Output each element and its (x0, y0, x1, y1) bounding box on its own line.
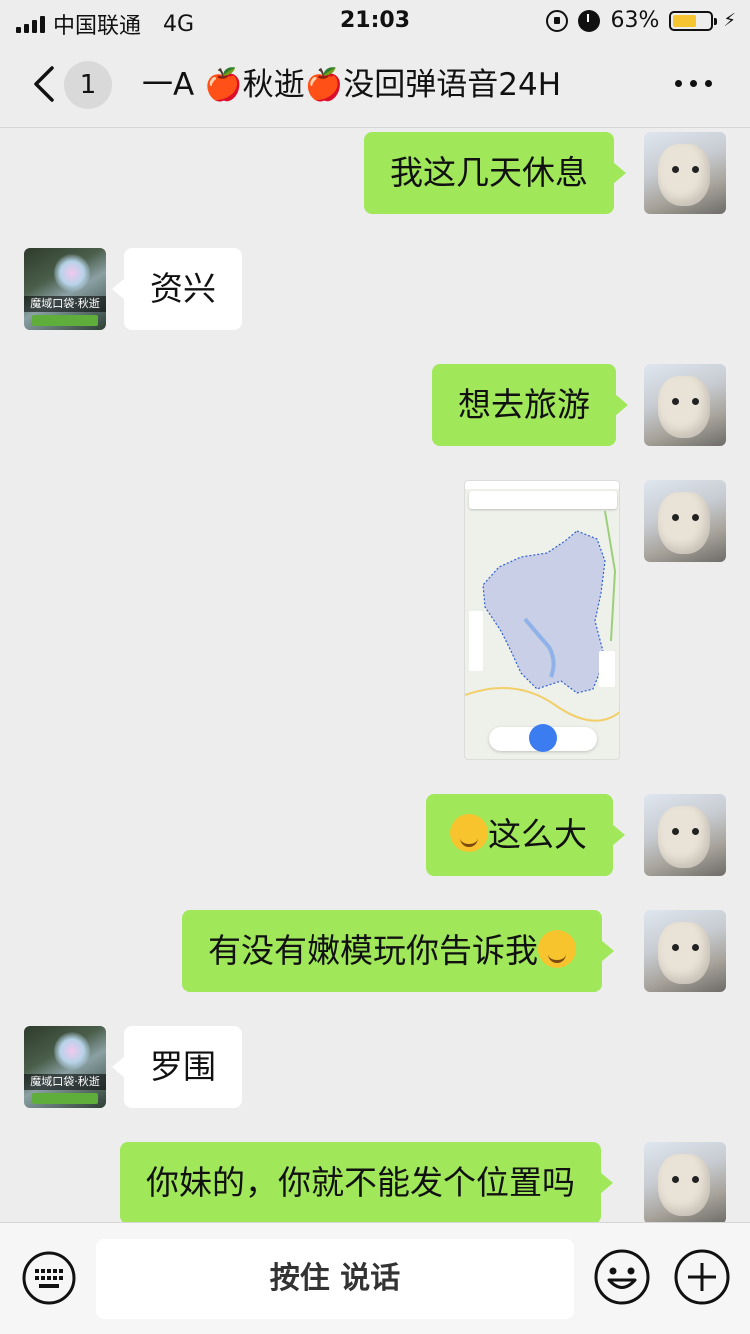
charging-icon: ⚡ (723, 10, 736, 31)
message-text: 我这几天休息 (390, 153, 588, 192)
chat-header: 1 一A 🍎秋逝🍎没回弹语音24H (0, 42, 750, 128)
message-text: 想去旅游 (458, 385, 590, 424)
my-avatar[interactable] (644, 132, 726, 214)
emoji-icon[interactable] (594, 1249, 650, 1305)
unread-count-badge[interactable]: 1 (64, 61, 112, 109)
hold-to-talk-button[interactable]: 按住 说话 (96, 1239, 574, 1319)
map-screenshot-image[interactable] (464, 480, 620, 760)
keyboard-icon[interactable] (22, 1251, 76, 1305)
monocle-face-emoji-icon (538, 930, 576, 968)
chat-title[interactable]: 一A 🍎秋逝🍎没回弹语音24H (142, 60, 662, 110)
message-bubble-contact[interactable]: 罗围 (112, 1026, 242, 1108)
contact-avatar[interactable]: 魔域口袋·秋逝 (24, 1026, 106, 1108)
my-avatar[interactable] (644, 364, 726, 446)
my-avatar[interactable] (644, 480, 726, 562)
back-chevron-icon[interactable] (30, 62, 60, 106)
my-avatar[interactable] (644, 794, 726, 876)
plus-icon[interactable] (674, 1249, 730, 1305)
battery-percent: 63% (610, 8, 660, 33)
battery-icon (669, 10, 718, 31)
message-bubble-mine[interactable]: 想去旅游 (432, 364, 628, 446)
my-avatar[interactable] (644, 910, 726, 992)
message-bubble-mine[interactable]: 这么大 (426, 794, 625, 876)
input-bar: 按住 说话 (0, 1222, 750, 1334)
message-text: 罗围 (150, 1047, 216, 1086)
my-avatar[interactable] (644, 1142, 726, 1224)
message-bubble-contact[interactable]: 资兴 (112, 248, 242, 330)
message-text: 有没有嫩模玩你告诉我 (208, 931, 538, 970)
sweat-smile-emoji-icon (450, 814, 488, 852)
message-text: 你妹的，你就不能发个位置吗 (146, 1163, 575, 1202)
status-bar: 中国联通 4G 21:03 63% ⚡ (0, 0, 750, 42)
rotation-lock-icon (546, 9, 569, 32)
avatar-caption: 魔域口袋·秋逝 (24, 1074, 106, 1090)
more-dots-icon[interactable] (675, 80, 712, 87)
message-bubble-mine[interactable]: 我这几天休息 (364, 132, 626, 214)
alarm-icon (578, 9, 601, 32)
contact-avatar[interactable]: 魔域口袋·秋逝 (24, 248, 106, 330)
message-text: 资兴 (150, 269, 216, 308)
message-text: 这么大 (488, 815, 587, 854)
message-bubble-mine[interactable]: 有没有嫩模玩你告诉我 (182, 910, 614, 992)
avatar-caption: 魔域口袋·秋逝 (24, 296, 106, 312)
message-bubble-mine[interactable]: 你妹的，你就不能发个位置吗 (120, 1142, 613, 1224)
